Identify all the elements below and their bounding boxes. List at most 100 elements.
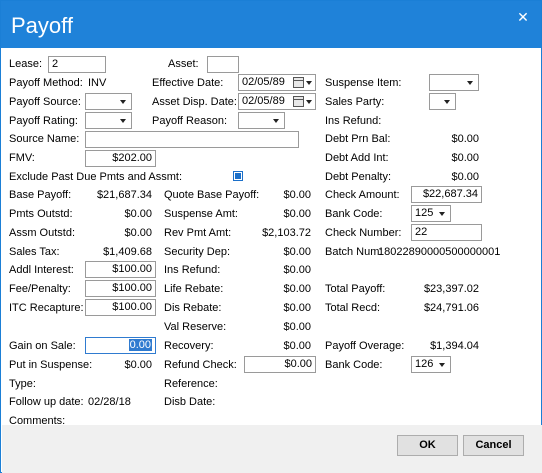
suspense-amt-label: Suspense Amt:: [164, 208, 238, 220]
check-number-label: Check Number:: [325, 227, 402, 239]
close-icon[interactable]: ✕: [515, 9, 531, 25]
asset-disp-date-picker[interactable]: 02/05/89: [238, 93, 316, 110]
assm-outstd-label: Assm Outstd:: [9, 227, 76, 239]
gain-on-sale-input[interactable]: 0.00: [85, 337, 156, 354]
put-in-suspense-label: Put in Suspense:: [9, 359, 93, 371]
ins-refund-value: $0.00: [283, 264, 311, 276]
addl-interest-input[interactable]: $100.00: [85, 261, 156, 278]
asset-disp-date-value: 02/05/89: [242, 95, 285, 107]
exclude-past-due-label: Exclude Past Due Pmts and Assmt:: [9, 171, 183, 183]
debt-prn-bal-label: Debt Prn Bal:: [325, 133, 391, 145]
put-in-suspense-value: $0.00: [124, 359, 152, 371]
payoff-method-value: INV: [88, 77, 107, 89]
type-label: Type:: [9, 378, 36, 390]
check-amount-label: Check Amount:: [325, 189, 400, 201]
payoff-method-label: Payoff Method:: [9, 77, 83, 89]
col3-ins-refund-label: Ins Refund:: [325, 115, 382, 127]
follow-up-date-label: Follow up date:: [9, 396, 84, 408]
gain-on-sale-label: Gain on Sale:: [9, 340, 76, 352]
total-recd-label: Total Recd:: [325, 302, 381, 314]
payoff-source-select[interactable]: [85, 93, 132, 110]
effective-date-value: 02/05/89: [242, 76, 285, 88]
bank-code-2-value: 126: [415, 358, 434, 370]
batch-num-value: 18022890000500000001: [378, 246, 501, 258]
sales-party-label: Sales Party:: [325, 96, 385, 108]
addl-interest-label: Addl Interest:: [9, 264, 74, 276]
chevron-down-icon[interactable]: [306, 100, 312, 104]
gain-on-sale-selected-text: 0.00: [128, 339, 152, 351]
cancel-button[interactable]: Cancel: [463, 435, 524, 456]
life-rebate-value: $0.00: [283, 283, 311, 295]
effective-date-label: Effective Date:: [152, 77, 224, 89]
calendar-icon[interactable]: [293, 96, 304, 107]
asset-input[interactable]: [207, 56, 239, 73]
ok-button[interactable]: OK: [397, 435, 458, 456]
rev-pmt-amt-label: Rev Pmt Amt:: [164, 227, 232, 239]
disb-date-label: Disb Date:: [164, 396, 216, 408]
fee-penalty-label: Fee/Penalty:: [9, 283, 71, 295]
payoff-reason-label: Payoff Reason:: [152, 115, 228, 127]
debt-add-int-label: Debt Add Int:: [325, 152, 389, 164]
calendar-icon[interactable]: [293, 77, 304, 88]
chevron-down-icon[interactable]: [306, 81, 312, 85]
chevron-down-icon: [120, 100, 126, 104]
quote-base-payoff-value: $0.00: [283, 189, 311, 201]
chevron-down-icon: [439, 212, 445, 216]
debt-prn-bal-value: $0.00: [451, 133, 479, 145]
payoff-rating-select[interactable]: [85, 112, 132, 129]
chevron-down-icon: [120, 119, 126, 123]
rev-pmt-amt-value: $2,103.72: [262, 227, 311, 239]
recovery-label: Recovery:: [164, 340, 214, 352]
suspense-item-select[interactable]: [429, 74, 479, 91]
pmts-outstd-label: Pmts Outstd:: [9, 208, 73, 220]
reference-label: Reference:: [164, 378, 218, 390]
debt-add-int-value: $0.00: [451, 152, 479, 164]
payoff-source-label: Payoff Source:: [9, 96, 81, 108]
refund-check-label: Refund Check:: [164, 359, 237, 371]
batch-num-label: Batch Num:: [325, 246, 383, 258]
suspense-amt-value: $0.00: [283, 208, 311, 220]
fmv-label: FMV:: [9, 152, 35, 164]
recovery-value: $0.00: [283, 340, 311, 352]
sales-party-select[interactable]: [429, 93, 456, 110]
security-dep-label: Security Dep:: [164, 246, 231, 258]
assm-outstd-value: $0.00: [124, 227, 152, 239]
total-recd-value: $24,791.06: [423, 302, 479, 314]
payoff-dialog: Payoff ✕ Lease: 2 Payoff Method: INV Pay…: [0, 0, 542, 473]
payoff-overage-label: Payoff Overage:: [325, 340, 405, 352]
suspense-item-label: Suspense Item:: [325, 77, 402, 89]
debt-penalty-label: Debt Penalty:: [325, 171, 392, 183]
effective-date-picker[interactable]: 02/05/89: [238, 74, 316, 91]
check-number-input[interactable]: 22: [411, 224, 482, 241]
life-rebate-label: Life Rebate:: [164, 283, 224, 295]
base-payoff-value: $21,687.34: [96, 189, 152, 201]
fee-penalty-input[interactable]: $100.00: [85, 280, 156, 297]
chevron-down-icon: [439, 363, 445, 367]
payoff-reason-select[interactable]: [238, 112, 285, 129]
itc-recapture-input[interactable]: $100.00: [85, 299, 156, 316]
source-name-input[interactable]: [85, 131, 299, 148]
fmv-input[interactable]: $202.00: [85, 150, 156, 167]
follow-up-date-value: 02/28/18: [88, 396, 131, 408]
lease-input[interactable]: 2: [48, 56, 106, 73]
exclude-past-due-checkbox[interactable]: [233, 171, 243, 181]
source-name-label: Source Name:: [9, 133, 80, 145]
itc-recapture-label: ITC Recapture:: [9, 302, 84, 314]
button-bar: OK Cancel: [2, 425, 542, 473]
dis-rebate-value: $0.00: [283, 302, 311, 314]
refund-check-input[interactable]: $0.00: [244, 356, 316, 373]
check-amount-input[interactable]: $22,687.34: [411, 186, 482, 203]
sales-tax-value: $1,409.68: [103, 246, 152, 258]
payoff-overage-value: $1,394.04: [430, 340, 479, 352]
payoff-rating-label: Payoff Rating:: [9, 115, 78, 127]
bank-code-label: Bank Code:: [325, 208, 383, 220]
dialog-title: Payoff: [11, 13, 73, 38]
sales-tax-label: Sales Tax:: [9, 246, 60, 258]
total-payoff-label: Total Payoff:: [325, 283, 386, 295]
bank-code-select[interactable]: 125: [411, 205, 451, 222]
asset-disp-date-label: Asset Disp. Date:: [152, 96, 237, 108]
bank-code-2-label: Bank Code:: [325, 359, 383, 371]
bank-code-2-select[interactable]: 126: [411, 356, 451, 373]
total-payoff-value: $23,397.02: [423, 283, 479, 295]
quote-base-payoff-label: Quote Base Payoff:: [164, 189, 260, 201]
